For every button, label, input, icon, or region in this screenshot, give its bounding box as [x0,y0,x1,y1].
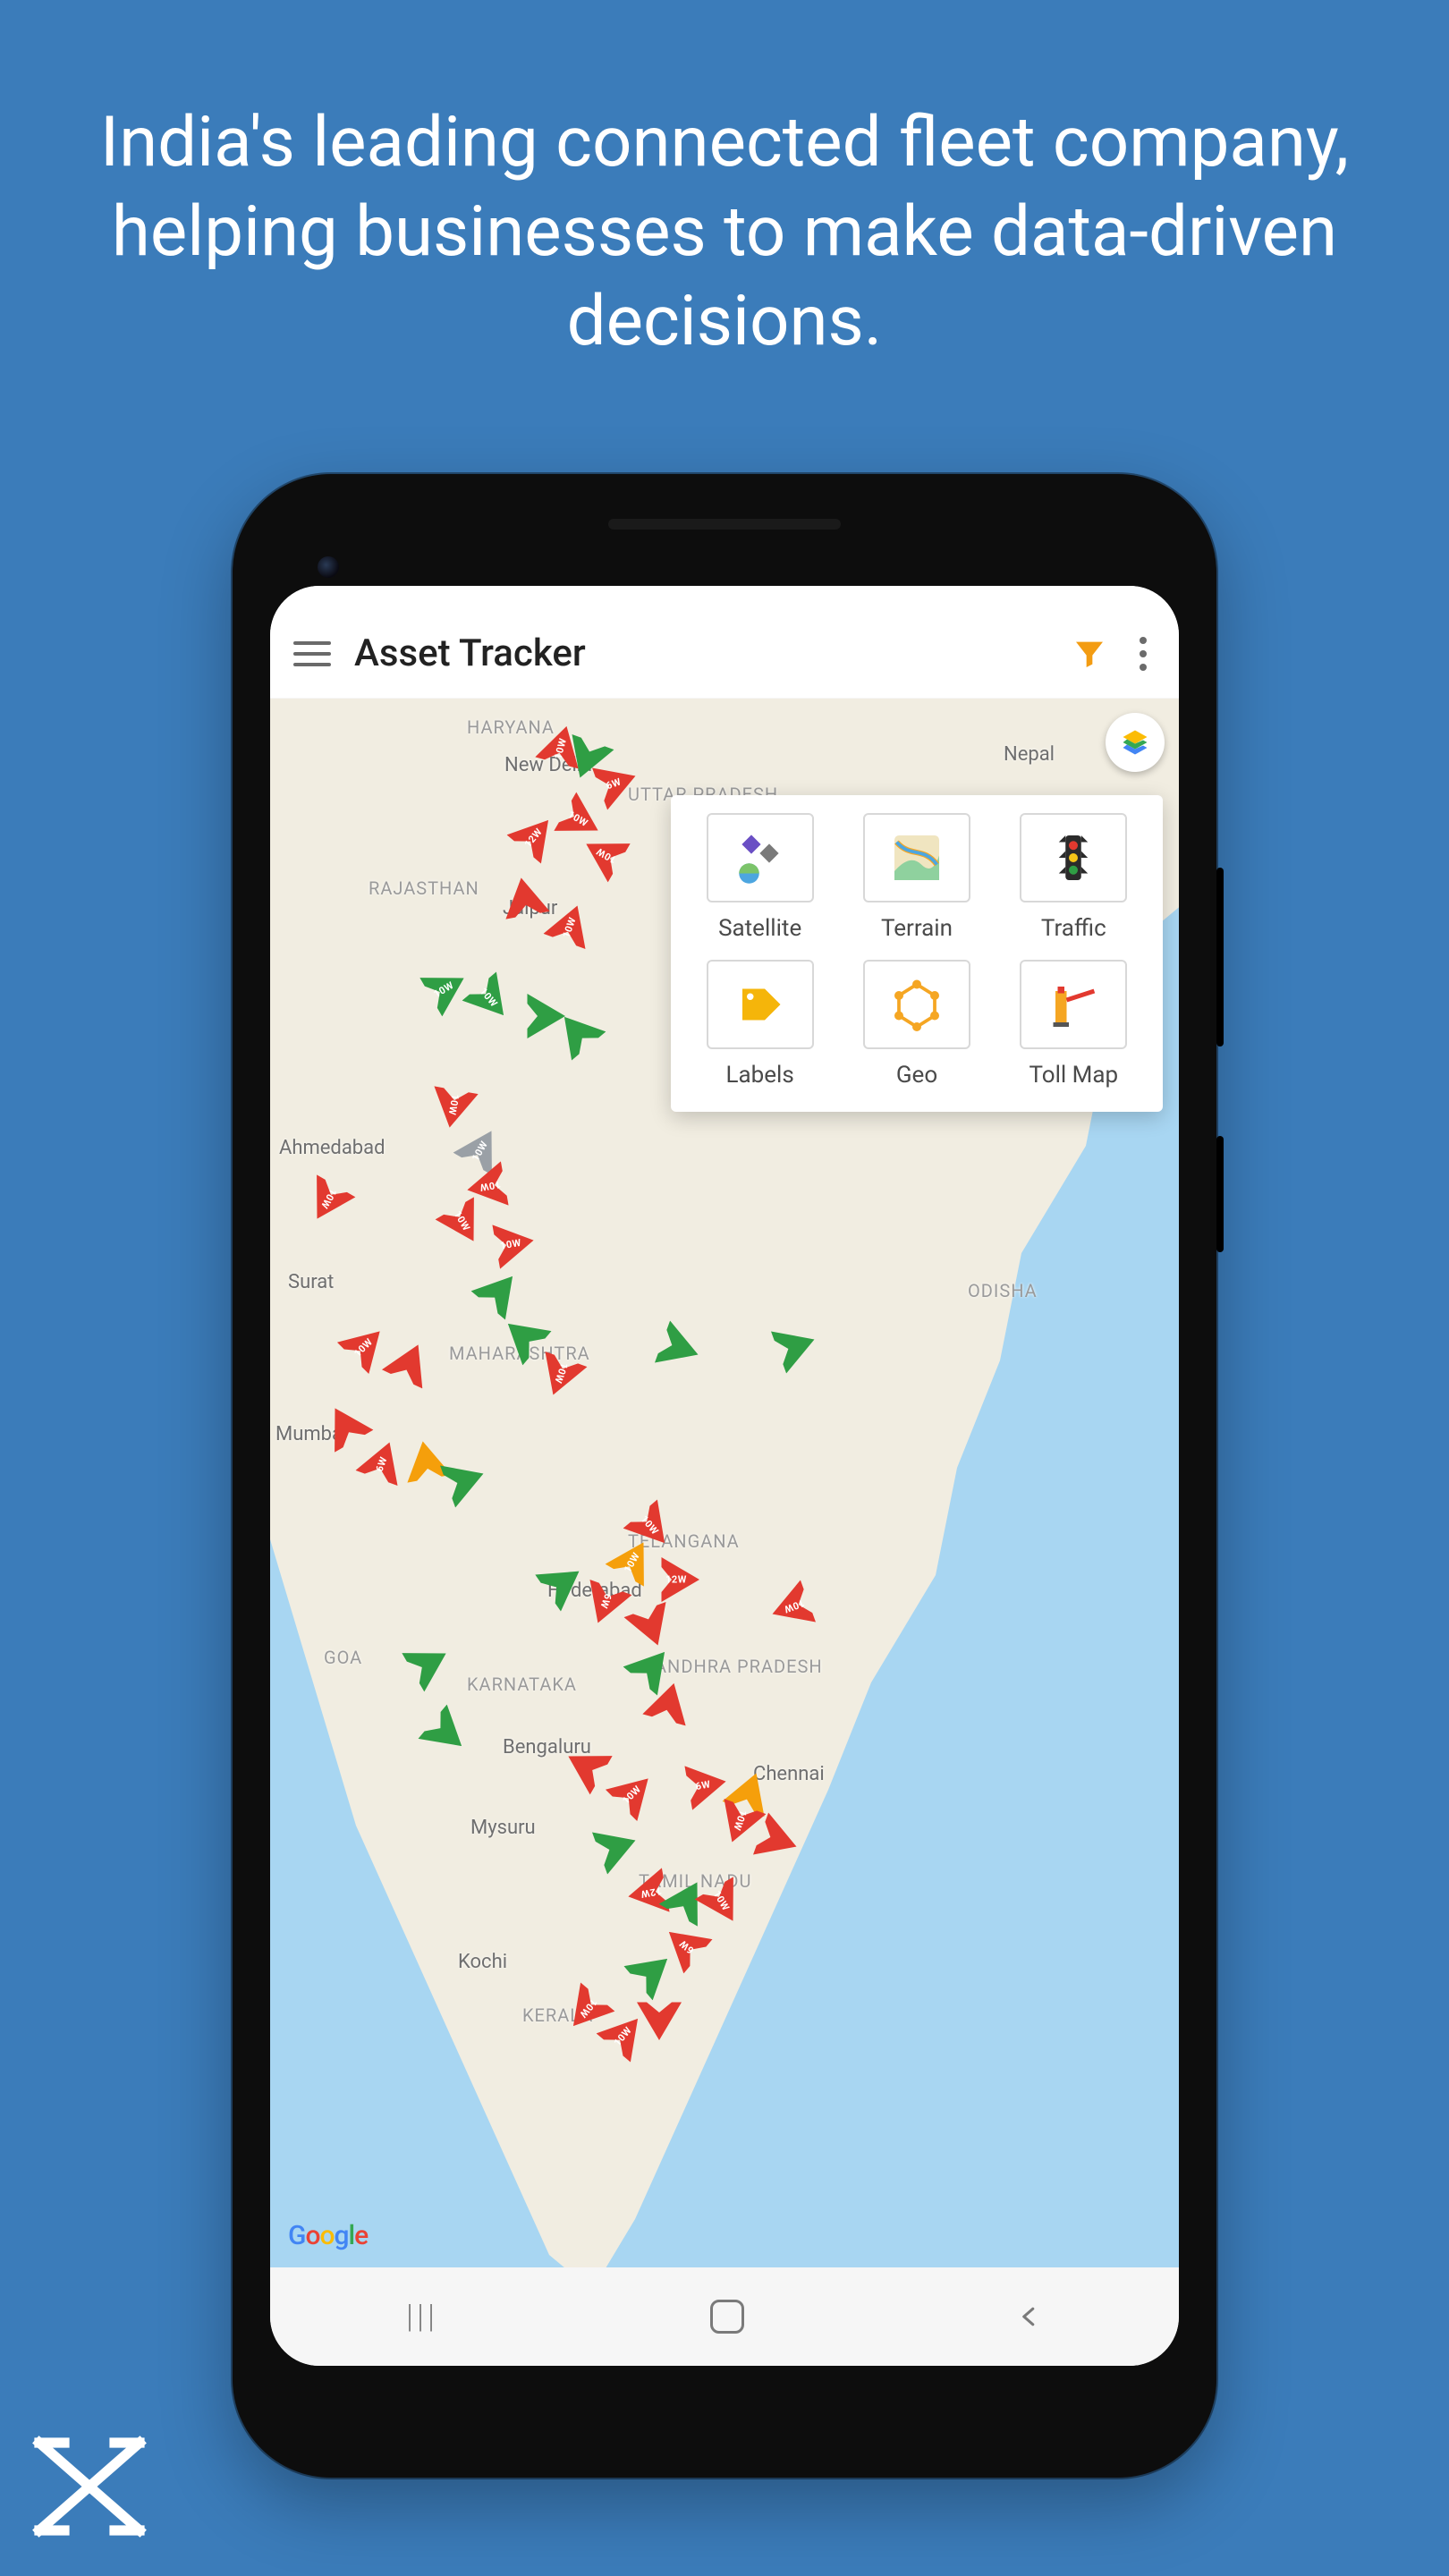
layer-option-labels[interactable]: Labels [691,960,829,1089]
labels-icon [707,960,814,1049]
filter-button[interactable] [1072,636,1107,672]
nav-back-button[interactable] [1016,2303,1043,2330]
android-nav-bar: ||| [270,2267,1179,2366]
map-city-label: Ahmedabad [279,1137,386,1159]
phone-frame: Asset Tracker HARYANAUTTAR PRADESHRAJAST… [233,474,1216,2478]
map-region-label: ODISHA [968,1280,1038,1301]
menu-button[interactable] [293,635,331,673]
map-region-label: RAJASTHAN [369,877,479,899]
layer-label: Labels [726,1062,794,1089]
asset-marker[interactable] [499,874,551,926]
phone-speaker [608,519,841,530]
map-city-label: Surat [288,1271,334,1293]
layer-label: Terrain [881,915,953,942]
map-region-label: KARNATAKA [467,1674,577,1695]
app-title: Asset Tracker [354,631,586,675]
asset-marker[interactable] [637,1996,682,2040]
terrain-icon [863,813,970,902]
satellite-icon [707,813,814,902]
app-bar: Asset Tracker [270,609,1179,699]
google-attribution: Google [288,2220,368,2251]
traffic-icon [1020,813,1127,902]
map-city-label: Mysuru [470,1817,536,1839]
layer-label: Traffic [1041,915,1106,942]
overflow-menu-button[interactable] [1131,633,1156,674]
geo-icon [863,960,970,1049]
map-city-label: Nepal [1004,743,1055,766]
layer-option-geo[interactable]: Geo [847,960,986,1089]
hero-headline: India's leading connected fleet company,… [0,98,1449,366]
layer-option-tollmap[interactable]: Toll Map [1004,960,1143,1089]
tollmap-icon [1020,960,1127,1049]
map-layers-button[interactable] [1106,713,1165,772]
status-bar [270,586,1179,609]
layer-label: Toll Map [1030,1062,1119,1089]
map-view[interactable]: HARYANAUTTAR PRADESHRAJASTHANMAHARASHTRA… [270,699,1179,2267]
layer-label: Satellite [718,915,801,942]
layer-option-traffic[interactable]: Traffic [1004,813,1143,942]
phone-front-camera [318,556,339,578]
nav-recent-button[interactable]: ||| [406,2298,438,2335]
phone-screen: Asset Tracker HARYANAUTTAR PRADESHRAJAST… [270,586,1179,2366]
brand-logo [27,2424,152,2549]
layer-option-terrain[interactable]: Terrain [847,813,986,942]
map-city-label: Kochi [458,1951,507,1973]
nav-home-button[interactable] [710,2300,744,2334]
layer-label: Geo [896,1062,937,1089]
layer-option-satellite[interactable]: Satellite [691,813,829,942]
map-layers-panel: Satellite Terrain [671,795,1163,1112]
map-region-label: GOA [324,1647,362,1668]
